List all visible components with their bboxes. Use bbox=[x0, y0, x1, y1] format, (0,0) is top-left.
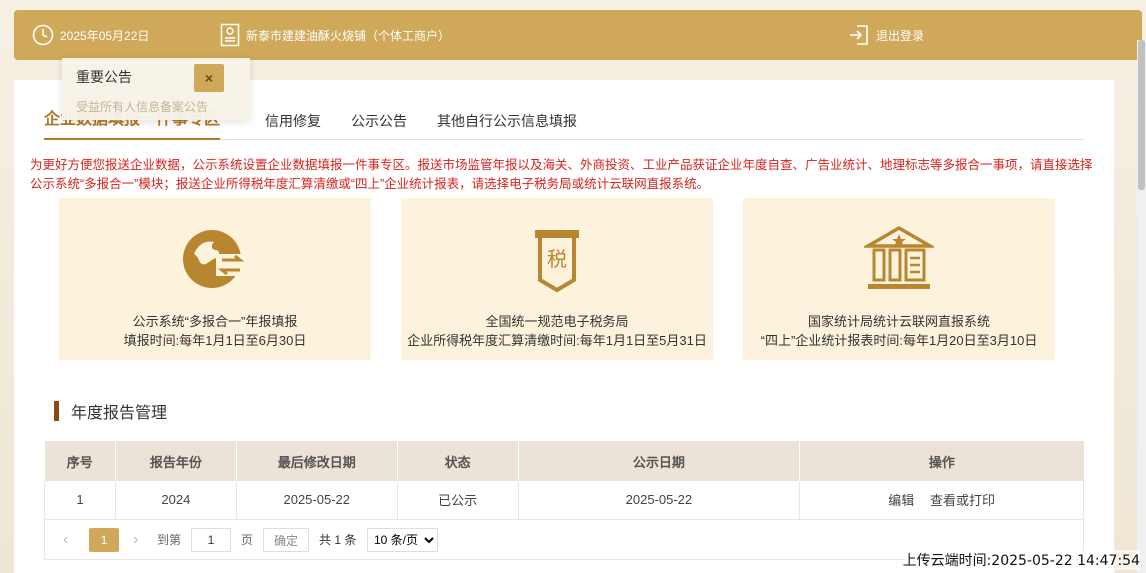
close-icon[interactable]: × bbox=[194, 64, 224, 92]
upload-time: 上传云端时间:2025-05-22 14:47:54 bbox=[902, 550, 1140, 570]
page-number-current[interactable]: 1 bbox=[89, 528, 119, 552]
card-time: “四上”企业统计报表时间:每年1月20日至3月10日 bbox=[760, 333, 1038, 348]
popup-preview-text[interactable]: 受益所有人信息备案公告 bbox=[76, 98, 208, 115]
card-title: 全国统一规范电子税务局 bbox=[485, 314, 629, 329]
logout-label: 退出登录 bbox=[876, 28, 925, 43]
logout-icon bbox=[848, 24, 870, 46]
globe-report-icon bbox=[59, 224, 371, 294]
section-marker bbox=[54, 401, 59, 421]
card-tax-bureau[interactable]: 税 全国统一规范电子税务局 企业所得税年度汇算清缴时间:每年1月1日至5月31日 bbox=[401, 198, 713, 360]
main-panel: 企业数据填报一件事专区 信用修复 公示公告 其他自行公示信息填报 为更好方便您报… bbox=[14, 80, 1114, 573]
cell-modified: 2025-05-22 bbox=[236, 481, 398, 520]
tab-credit-repair[interactable]: 信用修复 bbox=[265, 102, 321, 140]
government-building-icon bbox=[743, 224, 1055, 294]
company-display: 新泰市建建油酥火烧铺（个体工商户） bbox=[220, 10, 450, 60]
tab-other-disclosure[interactable]: 其他自行公示信息填报 bbox=[437, 102, 577, 140]
announcement-popup: 重要公告 × 受益所有人信息备案公告 bbox=[62, 58, 250, 120]
prev-page-icon[interactable]: ‹ bbox=[63, 528, 68, 552]
scrollbar-thumb[interactable] bbox=[1138, 40, 1145, 190]
view-print-link[interactable]: 查看或打印 bbox=[930, 493, 995, 508]
total-count: 共 1 条 bbox=[319, 533, 357, 547]
page-unit-label: 页 bbox=[241, 533, 254, 547]
page-size-select[interactable]: 10 条/页 bbox=[367, 528, 438, 552]
next-page-icon[interactable]: › bbox=[133, 528, 138, 552]
cell-no: 1 bbox=[44, 481, 116, 520]
col-header-no: 序号 bbox=[44, 441, 116, 481]
goto-page-input[interactable] bbox=[191, 528, 231, 552]
col-header-modified: 最后修改日期 bbox=[236, 441, 398, 481]
page-size-wrapper: 10 条/页 bbox=[367, 528, 438, 552]
goto-confirm-button[interactable]: 确定 bbox=[263, 528, 309, 552]
logout-button[interactable]: 退出登录 bbox=[848, 10, 924, 60]
company-name: 新泰市建建油酥火烧铺（个体工商户） bbox=[246, 28, 451, 43]
edit-link[interactable]: 编辑 bbox=[888, 493, 914, 508]
goto-wrapper bbox=[191, 528, 231, 552]
section-title-text: 年度报告管理 bbox=[71, 405, 168, 422]
top-bar: 2025年05月22日 新泰市建建油酥火烧铺（个体工商户） 退出登录 bbox=[14, 10, 1142, 60]
cell-status: 已公示 bbox=[397, 481, 519, 520]
tax-badge: 税 bbox=[547, 247, 567, 271]
popup-title: 重要公告 bbox=[76, 69, 132, 85]
card-time: 企业所得税年度汇算清缴时间:每年1月1日至5月31日 bbox=[407, 333, 707, 348]
col-header-published: 公示日期 bbox=[518, 441, 801, 481]
clock-icon bbox=[32, 24, 54, 46]
card-statistics[interactable]: 国家统计局统计云联网直报系统 “四上”企业统计报表时间:每年1月20日至3月10… bbox=[743, 198, 1055, 360]
cell-actions: 编辑 查看或打印 bbox=[799, 481, 1084, 520]
date-display: 2025年05月22日 bbox=[32, 10, 149, 60]
goto-label: 到第 bbox=[157, 533, 182, 547]
card-annual-report[interactable]: 公示系统“多报合一”年报填报 填报时间:每年1月1日至6月30日 bbox=[59, 198, 371, 360]
notice-text: 为更好方便您报送企业数据，公示系统设置企业数据填报一件事专区。报送市场监管年报以… bbox=[30, 158, 1093, 191]
card-time: 填报时间:每年1月1日至6月30日 bbox=[123, 333, 307, 348]
table-row: 1 2024 2025-05-22 已公示 2025-05-22 编辑 查看或打… bbox=[44, 481, 1084, 520]
cell-published: 2025-05-22 bbox=[518, 481, 801, 520]
tax-icon: 税 bbox=[401, 224, 713, 294]
card-title: 国家统计局统计云联网直报系统 bbox=[807, 314, 990, 329]
tab-announcements[interactable]: 公示公告 bbox=[351, 102, 407, 140]
col-header-status: 状态 bbox=[397, 441, 519, 481]
company-badge-icon bbox=[220, 23, 240, 47]
section-title: 年度报告管理 bbox=[54, 400, 167, 422]
page-scrollbar[interactable] bbox=[1137, 40, 1146, 573]
date-text: 2025年05月22日 bbox=[60, 28, 150, 43]
cell-year: 2024 bbox=[115, 481, 237, 520]
table-header-row: 序号 报告年份 最后修改日期 状态 公示日期 操作 bbox=[44, 441, 1084, 481]
annual-report-table: 序号 报告年份 最后修改日期 状态 公示日期 操作 1 2024 2025-05… bbox=[44, 441, 1084, 520]
col-header-actions: 操作 bbox=[799, 441, 1084, 481]
card-title: 公示系统“多报合一”年报填报 bbox=[132, 314, 298, 329]
col-header-year: 报告年份 bbox=[115, 441, 237, 481]
